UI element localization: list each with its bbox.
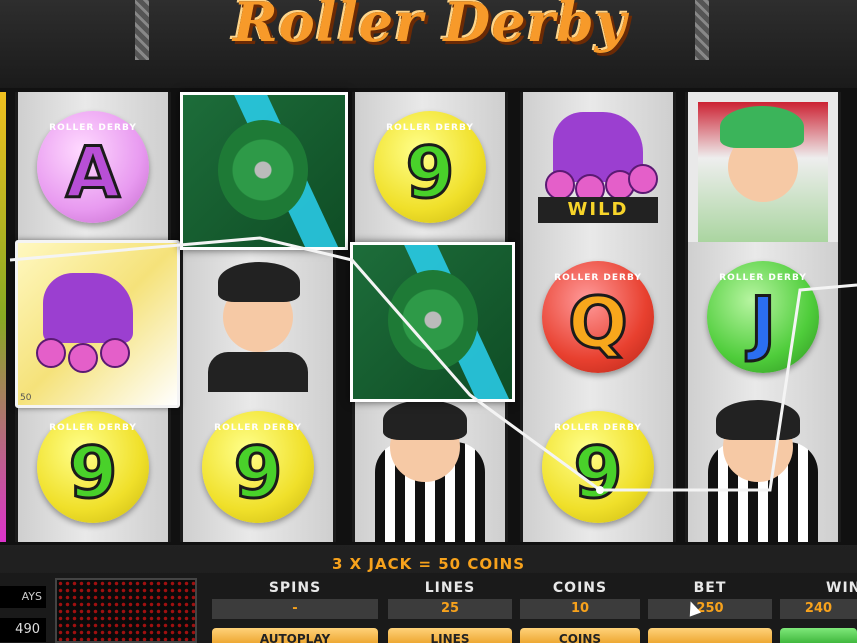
bet-stat: BET 250: [648, 580, 772, 635]
win-stat: WIN 240: [780, 580, 857, 635]
autoplay-button[interactable]: AUTOPLAY: [212, 628, 378, 643]
lines-value: 25: [388, 599, 512, 619]
game-stage: Roller Derby ROLLER DERBY A ROLLER DERBY 9…: [0, 0, 857, 643]
win-value: 240: [780, 599, 857, 619]
payline: [9, 236, 857, 494]
spins-value: -: [212, 599, 378, 619]
spins-stat: SPINS -: [212, 580, 378, 635]
led-display: [55, 578, 197, 643]
coins-value: 10: [520, 599, 640, 619]
lines-button[interactable]: LINES: [388, 628, 512, 643]
plays-label: AYS: [0, 586, 46, 608]
coins-button[interactable]: COINS: [520, 628, 640, 643]
bet-button[interactable]: [648, 628, 772, 643]
coins-stat: COINS 10: [520, 580, 640, 635]
bet-value: 250: [648, 599, 772, 619]
spin-button[interactable]: [780, 628, 857, 643]
lines-stat: LINES 25: [388, 580, 512, 635]
credits-value: 490: [0, 618, 46, 642]
win-message: 3 X JACK = 50 COINS: [331, 555, 526, 573]
